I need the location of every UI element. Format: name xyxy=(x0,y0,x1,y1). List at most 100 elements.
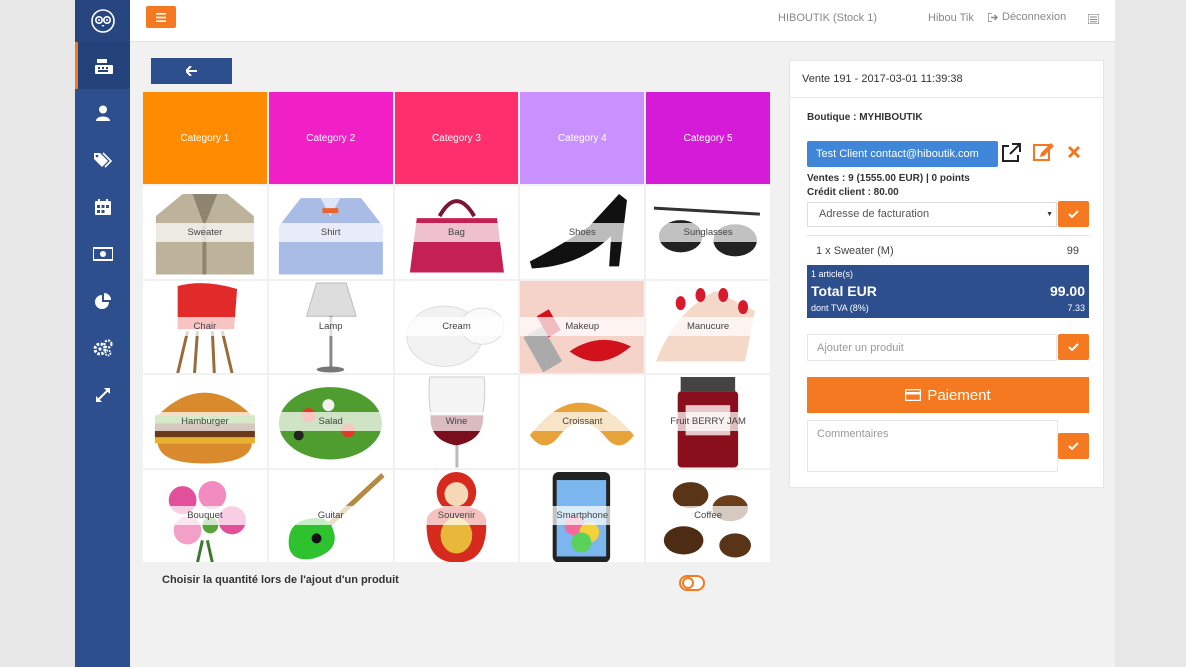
product-label: Fruit BERRY JAM xyxy=(646,411,770,431)
product-tile-cream[interactable]: Cream xyxy=(394,280,519,373)
product-tile-sweater[interactable]: Sweater xyxy=(143,186,267,279)
product-tile-shoes[interactable]: Shoes xyxy=(520,186,645,279)
product-tile-hamburger[interactable]: Hamburger xyxy=(143,375,267,468)
sidebar-item-customers[interactable] xyxy=(75,89,130,136)
product-label: Wine xyxy=(394,411,519,431)
product-tile-wine[interactable]: Wine xyxy=(394,375,519,468)
list-icon[interactable] xyxy=(1087,11,1100,29)
sidebar-item-calendar[interactable] xyxy=(75,183,130,230)
client-credit: Crédit client : 80.00 xyxy=(807,187,899,198)
product-tile-salad[interactable]: Salad xyxy=(268,375,393,468)
sidebar-item-fullscreen[interactable] xyxy=(75,371,130,418)
product-label: Smartphone xyxy=(520,506,645,526)
sidebar-item-cash-register[interactable] xyxy=(75,42,130,89)
product-label: Bag xyxy=(394,222,519,242)
money-icon xyxy=(92,246,113,261)
product-tile-sunglasses[interactable]: Sunglasses xyxy=(646,186,770,279)
close-icon[interactable] xyxy=(1067,145,1081,164)
sidebar-item-settings[interactable] xyxy=(75,324,130,371)
owl-logo-icon[interactable] xyxy=(75,0,130,42)
sign-out-icon xyxy=(988,12,998,22)
product-tile-bag[interactable]: Bag xyxy=(394,186,519,279)
address-confirm-button[interactable] xyxy=(1058,201,1089,227)
product-tile-smartphone[interactable]: Smartphone xyxy=(520,469,645,562)
address-select[interactable]: Adresse de facturation ▼ xyxy=(807,202,1057,227)
total-value: 99.00 xyxy=(1049,283,1085,299)
product-label: Sweater xyxy=(143,222,267,242)
user-name[interactable]: Hibou Tik xyxy=(928,12,974,24)
sidebar-item-cash[interactable] xyxy=(75,230,130,277)
product-label: Bouquet xyxy=(143,506,267,526)
category-tile[interactable]: Category 5 xyxy=(646,92,770,184)
sidebar xyxy=(75,0,130,667)
product-tile-lamp[interactable]: Lamp xyxy=(268,280,393,373)
topbar: HIBOUTIK (Stock 1) Hibou Tik Déconnexion xyxy=(130,0,1115,42)
article-count: 1 article(s) xyxy=(811,269,854,279)
shop-name: Boutique : MYHIBOUTIK xyxy=(807,112,923,123)
product-label: Souvenir xyxy=(394,506,519,526)
calendar-icon xyxy=(94,198,111,215)
vat-value: 7.33 xyxy=(1067,303,1085,313)
payment-button[interactable]: Paiement xyxy=(807,377,1089,413)
payment-label: Paiement xyxy=(927,386,991,404)
logout-link[interactable]: Déconnexion xyxy=(988,11,1066,23)
product-tile-jam[interactable]: Fruit BERRY JAM xyxy=(646,375,770,468)
category-tile[interactable]: Category 4 xyxy=(520,92,645,184)
sale-line-item[interactable]: 1 x Sweater (M) 99 xyxy=(807,235,1089,264)
app-window: HIBOUTIK (Stock 1) Hibou Tik Déconnexion… xyxy=(75,0,1115,667)
quantity-toggle[interactable] xyxy=(679,575,705,591)
quantity-option-label: Choisir la quantité lors de l'ajout d'un… xyxy=(162,574,399,586)
category-label: Category 4 xyxy=(557,132,607,144)
product-grid: Category 1 Category 2 Category 3 Categor… xyxy=(143,92,770,562)
product-tile-makeup[interactable]: Makeup xyxy=(520,280,645,373)
product-tile-croissant[interactable]: Croissant xyxy=(520,375,645,468)
product-tile-souvenir[interactable]: Souvenir xyxy=(394,469,519,562)
add-product-confirm-button[interactable] xyxy=(1058,334,1089,360)
product-tile-manucure[interactable]: Manucure xyxy=(646,280,770,373)
caret-icon: ▼ xyxy=(1046,211,1053,218)
product-label: Lamp xyxy=(268,317,393,337)
sidebar-item-products[interactable] xyxy=(75,136,130,183)
check-icon xyxy=(1068,442,1079,450)
client-button[interactable]: Test Client contact@hiboutik.com xyxy=(807,141,998,167)
hamburger-icon xyxy=(156,12,166,22)
user-icon xyxy=(95,105,110,121)
comments-confirm-button[interactable] xyxy=(1058,433,1089,459)
menu-toggle-button[interactable] xyxy=(146,6,176,28)
stock-indicator[interactable]: HIBOUTIK (Stock 1) xyxy=(778,12,877,24)
check-icon xyxy=(1068,210,1079,218)
category-label: Category 5 xyxy=(683,132,733,144)
edit-icon[interactable] xyxy=(1033,141,1055,166)
product-label: Coffee xyxy=(646,506,770,526)
category-tile[interactable]: Category 1 xyxy=(143,92,267,184)
vat-label: dont TVA (8%) xyxy=(811,303,869,313)
product-label: Cream xyxy=(394,317,519,337)
product-tile-coffee[interactable]: Coffee xyxy=(646,469,770,562)
address-select-value: Adresse de facturation xyxy=(819,208,930,220)
add-product-input[interactable] xyxy=(807,334,1057,361)
back-button[interactable] xyxy=(151,58,232,84)
product-tile-guitar[interactable]: Guitar xyxy=(268,469,393,562)
category-tile[interactable]: Category 2 xyxy=(268,92,393,184)
sidebar-item-statistics[interactable] xyxy=(75,277,130,324)
logout-label: Déconnexion xyxy=(1002,11,1067,23)
arrow-left-icon xyxy=(186,66,197,76)
category-label: Category 3 xyxy=(432,132,481,144)
sale-panel: Vente 191 - 2017-03-01 11:39:38 Boutique… xyxy=(789,60,1104,488)
external-link-icon[interactable] xyxy=(1001,143,1021,168)
comments-textarea[interactable] xyxy=(807,420,1058,472)
product-label: Hamburger xyxy=(143,411,267,431)
product-tile-shirt[interactable]: Shirt xyxy=(268,186,393,279)
category-label: Category 1 xyxy=(180,132,230,144)
product-label: Shirt xyxy=(268,222,393,242)
product-label: Croissant xyxy=(520,411,645,431)
category-label: Category 2 xyxy=(306,132,356,144)
product-tile-bouquet[interactable]: Bouquet xyxy=(143,469,267,562)
product-label: Guitar xyxy=(268,506,393,526)
product-label: Salad xyxy=(268,411,393,431)
category-tile[interactable]: Category 3 xyxy=(394,92,519,184)
total-label: Total EUR xyxy=(811,283,877,299)
product-tile-chair[interactable]: Chair xyxy=(143,280,267,373)
credit-card-icon xyxy=(905,389,922,401)
product-label: Makeup xyxy=(520,317,645,337)
